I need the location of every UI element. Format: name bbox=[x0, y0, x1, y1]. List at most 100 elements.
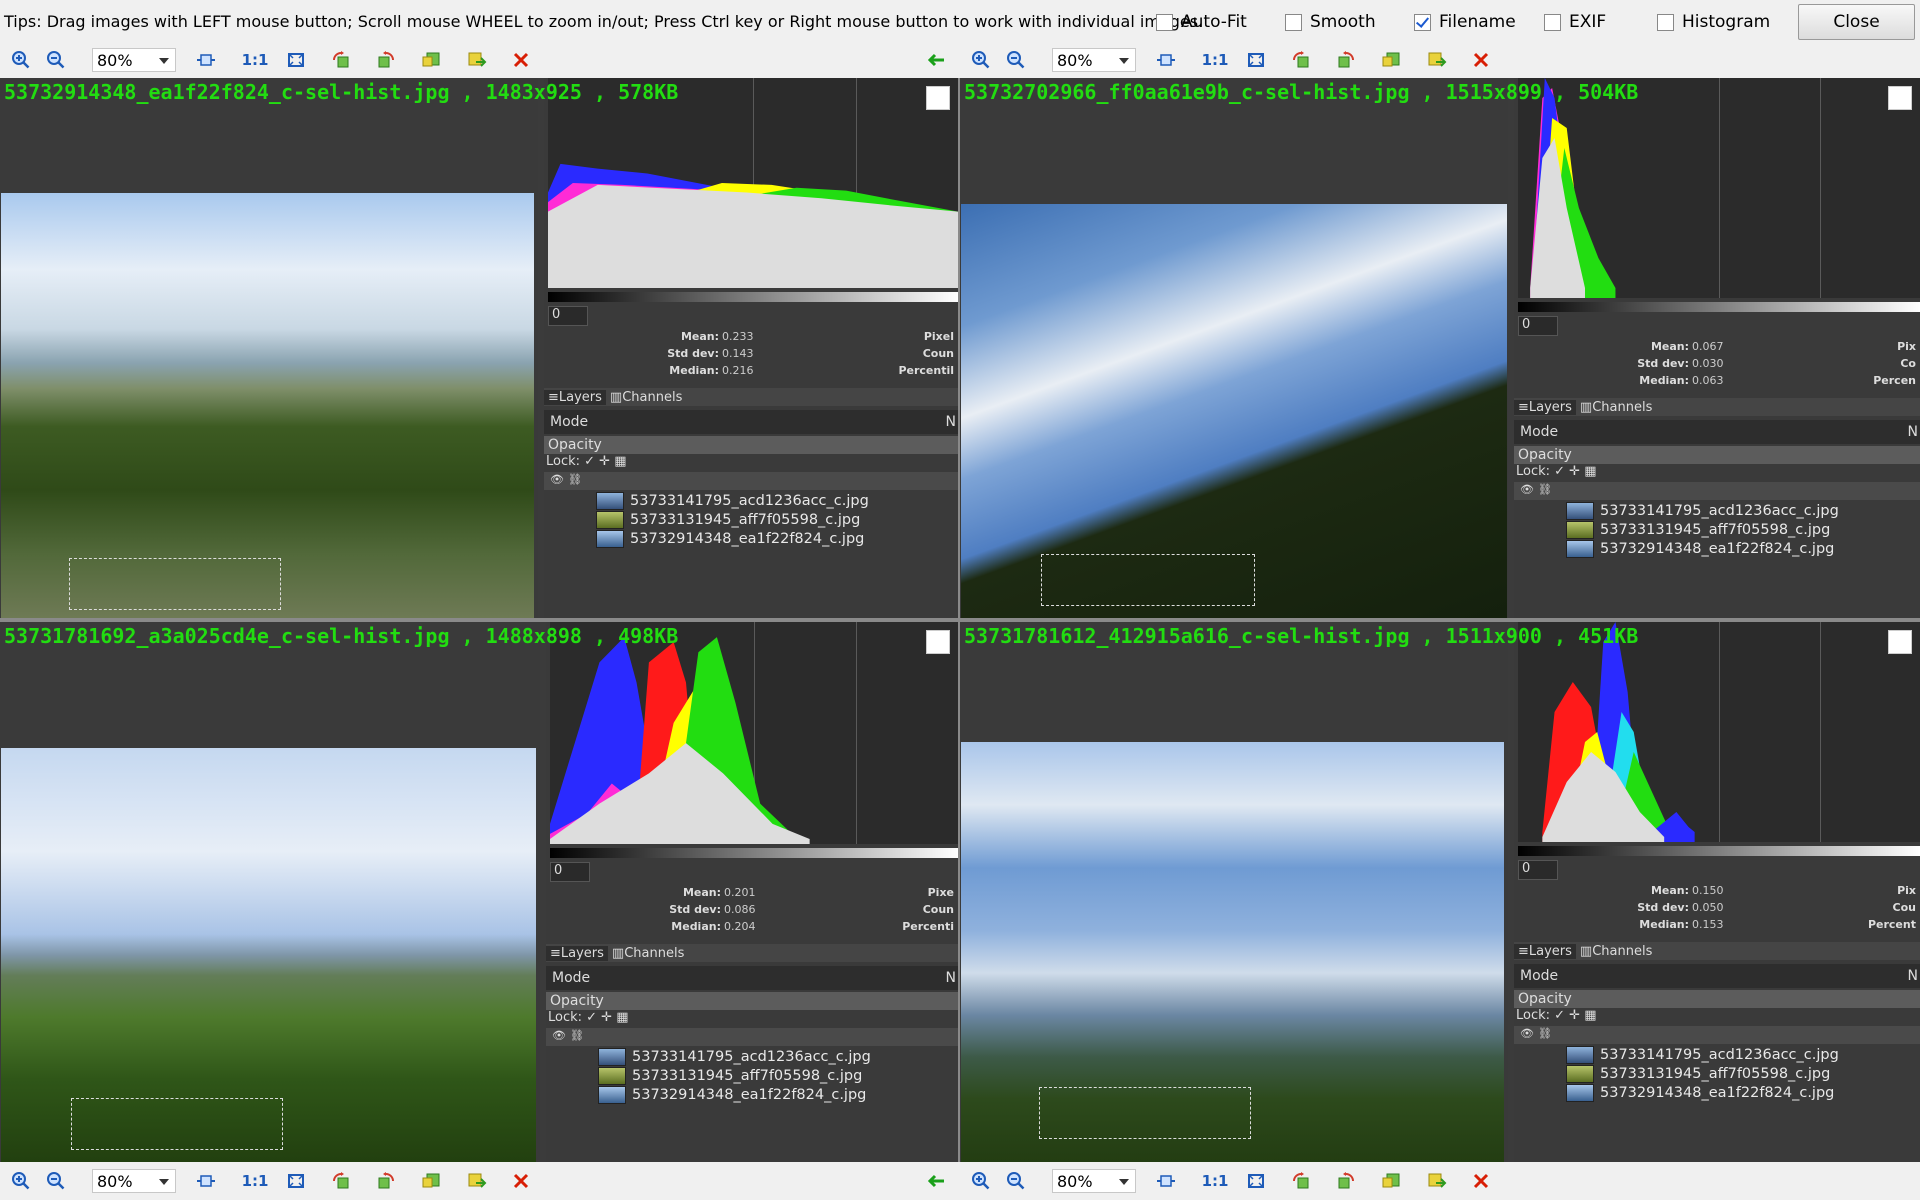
select-image-checkbox[interactable] bbox=[926, 86, 950, 110]
zoom-out-icon[interactable] bbox=[1005, 49, 1027, 71]
layer-item[interactable]: 53733141795_acd1236acc_c.jpg bbox=[596, 492, 869, 510]
rotate-left-icon[interactable] bbox=[330, 1170, 352, 1192]
image-view[interactable] bbox=[960, 78, 1508, 618]
back-arrow-icon[interactable] bbox=[925, 49, 947, 71]
filename-checkbox[interactable]: Filename bbox=[1414, 12, 1516, 32]
layer-item[interactable]: 53733131945_aff7f05598_c.jpg bbox=[1566, 521, 1830, 539]
fit-screen-icon[interactable] bbox=[1245, 1170, 1267, 1192]
layer-item[interactable]: 53732914348_ea1f22f824_c.jpg bbox=[1566, 540, 1834, 558]
delete-icon[interactable] bbox=[510, 1170, 532, 1192]
chain-icon[interactable]: ⛓ bbox=[570, 1029, 584, 1042]
prev-image-icon[interactable] bbox=[420, 49, 442, 71]
fit-width-icon[interactable] bbox=[195, 1170, 217, 1192]
range-spinbox[interactable]: 0 bbox=[1518, 860, 1558, 880]
zoom-in-icon[interactable] bbox=[970, 1170, 992, 1192]
zoom-in-icon[interactable] bbox=[10, 49, 32, 71]
opacity-slider[interactable]: Opacity bbox=[1514, 446, 1920, 464]
zoom-select[interactable]: 80% bbox=[1052, 1169, 1136, 1193]
image-pane[interactable]: 0 Mean: 0.233 Pixel Std dev: 0.143 Coun Median:… bbox=[0, 78, 958, 618]
smooth-checkbox[interactable]: Smooth bbox=[1285, 12, 1376, 32]
prev-image-icon[interactable] bbox=[420, 1170, 442, 1192]
fit-screen-icon[interactable] bbox=[285, 1170, 307, 1192]
layer-item[interactable]: 53733141795_acd1236acc_c.jpg bbox=[598, 1048, 871, 1066]
select-image-checkbox[interactable] bbox=[1888, 630, 1912, 654]
rotate-right-icon[interactable] bbox=[375, 1170, 397, 1192]
opacity-slider[interactable]: Opacity bbox=[1514, 990, 1920, 1008]
eye-icon[interactable]: 👁 bbox=[552, 1029, 566, 1042]
range-spinbox[interactable]: 0 bbox=[1518, 316, 1558, 336]
zoom-select[interactable]: 80% bbox=[1052, 48, 1136, 72]
histogram-box[interactable] bbox=[1657, 13, 1674, 31]
select-image-checkbox[interactable] bbox=[1888, 86, 1912, 110]
eye-icon[interactable]: 👁 bbox=[1520, 483, 1534, 496]
prev-image-icon[interactable] bbox=[1380, 49, 1402, 71]
close-button[interactable]: Close bbox=[1798, 4, 1915, 40]
layer-item[interactable]: 53733131945_aff7f05598_c.jpg bbox=[598, 1067, 862, 1085]
one-to-one-button[interactable]: 1:1 bbox=[1200, 49, 1230, 71]
histogram-checkbox[interactable]: Histogram bbox=[1657, 12, 1770, 32]
eye-icon[interactable]: 👁 bbox=[550, 473, 564, 486]
rotate-left-icon[interactable] bbox=[330, 49, 352, 71]
opacity-slider[interactable]: Opacity bbox=[546, 992, 958, 1010]
fit-width-icon[interactable] bbox=[1155, 49, 1177, 71]
zoom-select[interactable]: 80% bbox=[92, 48, 176, 72]
rotate-left-icon[interactable] bbox=[1290, 1170, 1312, 1192]
fit-width-icon[interactable] bbox=[195, 49, 217, 71]
zoom-out-icon[interactable] bbox=[45, 1170, 67, 1192]
tab-channels[interactable]: ▥Channels bbox=[1576, 400, 1656, 415]
image-pane[interactable]: 0 Mean: 0.201 Pixe Std dev: 0.086 Coun Median: 0… bbox=[0, 622, 958, 1162]
pane-divider[interactable] bbox=[0, 618, 1920, 622]
range-spinbox[interactable]: 0 bbox=[550, 862, 590, 882]
select-image-checkbox[interactable] bbox=[926, 630, 950, 654]
layer-item[interactable]: 53733141795_acd1236acc_c.jpg bbox=[1566, 1046, 1839, 1064]
one-to-one-button[interactable]: 1:1 bbox=[240, 1170, 270, 1192]
mode-select[interactable]: Mode N bbox=[1514, 420, 1920, 444]
image-view[interactable] bbox=[960, 622, 1508, 1162]
opacity-slider[interactable]: Opacity bbox=[544, 436, 958, 454]
rotate-right-icon[interactable] bbox=[1335, 1170, 1357, 1192]
back-arrow-icon[interactable] bbox=[925, 1170, 947, 1192]
fit-screen-icon[interactable] bbox=[285, 49, 307, 71]
delete-icon[interactable] bbox=[1470, 49, 1492, 71]
eye-icon[interactable]: 👁 bbox=[1520, 1027, 1534, 1040]
zoom-select[interactable]: 80% bbox=[92, 1169, 176, 1193]
tab-layers[interactable]: ≡Layers bbox=[1514, 399, 1576, 415]
autofit-box[interactable] bbox=[1156, 13, 1173, 31]
tab-layers[interactable]: ≡Layers bbox=[546, 945, 608, 961]
mode-select[interactable]: Mode N bbox=[546, 966, 958, 990]
one-to-one-button[interactable]: 1:1 bbox=[1200, 1170, 1230, 1192]
next-image-icon[interactable] bbox=[1426, 1170, 1448, 1192]
zoom-in-icon[interactable] bbox=[970, 49, 992, 71]
tab-layers[interactable]: ≡Layers bbox=[1514, 943, 1576, 959]
zoom-in-icon[interactable] bbox=[10, 1170, 32, 1192]
exif-checkbox[interactable]: EXIF bbox=[1544, 12, 1606, 32]
tab-layers[interactable]: ≡Layers bbox=[544, 389, 606, 405]
rotate-right-icon[interactable] bbox=[1335, 49, 1357, 71]
fit-screen-icon[interactable] bbox=[1245, 49, 1267, 71]
image-pane[interactable]: 0 Mean: 0.067 Pix Std dev: 0.030 Co Median: 0.06… bbox=[960, 78, 1920, 618]
fit-width-icon[interactable] bbox=[1155, 1170, 1177, 1192]
exif-box[interactable] bbox=[1544, 13, 1561, 31]
next-image-icon[interactable] bbox=[1426, 49, 1448, 71]
zoom-out-icon[interactable] bbox=[45, 49, 67, 71]
zoom-out-icon[interactable] bbox=[1005, 1170, 1027, 1192]
image-view[interactable] bbox=[0, 78, 538, 618]
mode-select[interactable]: Mode N bbox=[544, 410, 958, 434]
smooth-box[interactable] bbox=[1285, 13, 1302, 31]
tab-channels[interactable]: ▥Channels bbox=[1576, 944, 1656, 959]
layer-item[interactable]: 53732914348_ea1f22f824_c.jpg bbox=[598, 1086, 866, 1104]
range-spinbox[interactable]: 0 bbox=[548, 306, 588, 326]
prev-image-icon[interactable] bbox=[1380, 1170, 1402, 1192]
tab-channels[interactable]: ▥Channels bbox=[606, 390, 686, 405]
chain-icon[interactable]: ⛓ bbox=[568, 473, 582, 486]
filename-box[interactable] bbox=[1414, 13, 1431, 31]
tab-channels[interactable]: ▥Channels bbox=[608, 946, 688, 961]
delete-icon[interactable] bbox=[510, 49, 532, 71]
layer-item[interactable]: 53732914348_ea1f22f824_c.jpg bbox=[1566, 1084, 1834, 1102]
layer-item[interactable]: 53732914348_ea1f22f824_c.jpg bbox=[596, 530, 864, 548]
mode-select[interactable]: Mode N bbox=[1514, 964, 1920, 988]
delete-icon[interactable] bbox=[1470, 1170, 1492, 1192]
layer-item[interactable]: 53733141795_acd1236acc_c.jpg bbox=[1566, 502, 1839, 520]
chain-icon[interactable]: ⛓ bbox=[1538, 1027, 1552, 1040]
rotate-right-icon[interactable] bbox=[375, 49, 397, 71]
